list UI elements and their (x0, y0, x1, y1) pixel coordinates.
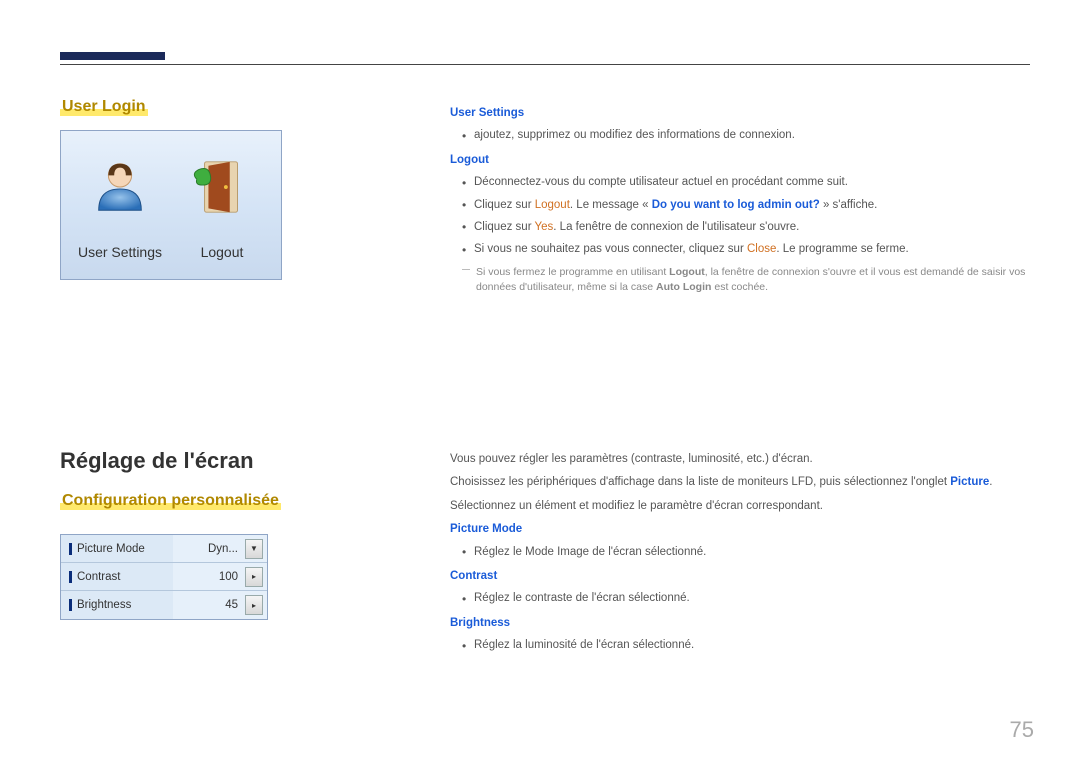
user-settings-head: User Settings (450, 104, 1030, 122)
arrow-right-icon[interactable]: ▸ (245, 595, 263, 615)
dropdown-icon[interactable]: ▼ (245, 539, 263, 559)
contrast-bullet: Réglez le contraste de l'écran sélection… (462, 589, 1030, 607)
user-settings-item[interactable]: User Settings (72, 156, 168, 260)
user-icon (89, 156, 151, 218)
yes-word: Yes (535, 221, 554, 233)
intro-1: Vous pouvez régler les paramètres (contr… (450, 450, 1030, 468)
logout-item[interactable]: Logout (174, 156, 270, 260)
picture-mode-head: Picture Mode (450, 520, 1030, 538)
heading-config-perso: Configuration personnalisée (60, 492, 281, 510)
header-accent-bar (60, 52, 165, 60)
contrast-head: Contrast (450, 567, 1030, 585)
brightness-bullet: Réglez la luminosité de l'écran sélectio… (462, 636, 1030, 654)
picture-tab-word: Picture (950, 476, 989, 488)
intro-2: Choisissez les périphériques d'affichage… (450, 473, 1030, 491)
config-panel: Picture Mode Dyn... ▼ Contrast 100 ▸ Bri… (60, 534, 268, 620)
label-picture-mode: Picture Mode (61, 535, 173, 562)
close-word: Close (747, 243, 776, 255)
row-picture-mode[interactable]: Picture Mode Dyn... ▼ (61, 535, 267, 563)
intro-3: Sélectionnez un élément et modifiez le p… (450, 497, 1030, 515)
logout-bullet-1: Déconnectez-vous du compte utilisateur a… (462, 173, 1030, 191)
pm-bullet: Réglez le Mode Image de l'écran sélectio… (462, 543, 1030, 561)
page-number: 75 (1010, 717, 1034, 743)
section-user-login: User Login User Settings (60, 98, 340, 280)
row-brightness[interactable]: Brightness 45 ▸ (61, 591, 267, 619)
door-icon (191, 156, 253, 218)
logout-note: Si vous fermez le programme en utilisant… (450, 265, 1030, 297)
brightness-head: Brightness (450, 614, 1030, 632)
user-login-description: User Settings ajoutez, supprimez ou modi… (450, 100, 1030, 296)
logout-bullet-2: Cliquez sur Logout. Le message « Do you … (462, 196, 1030, 214)
user-settings-label: User Settings (78, 244, 162, 260)
value-brightness: 45 ▸ (173, 591, 267, 619)
logout-bullet-4: Si vous ne souhaitez pas vous connecter,… (462, 240, 1030, 258)
row-contrast[interactable]: Contrast 100 ▸ (61, 563, 267, 591)
heading-reglage: Réglage de l'écran (60, 448, 360, 474)
heading-user-login: User Login (60, 98, 148, 116)
logout-word: Logout (535, 199, 570, 211)
user-login-panel: User Settings Logout (60, 130, 282, 280)
logout-message: Do you want to log admin out? (652, 199, 820, 211)
logout-bullet-3: Cliquez sur Yes. La fenêtre de connexion… (462, 218, 1030, 236)
screen-adjust-description: Vous pouvez régler les paramètres (contr… (450, 450, 1030, 661)
value-contrast: 100 ▸ (173, 563, 267, 590)
logout-label: Logout (201, 244, 244, 260)
user-settings-bullet: ajoutez, supprimez ou modifiez des infor… (462, 126, 1030, 144)
label-contrast: Contrast (61, 563, 173, 590)
logout-head: Logout (450, 151, 1030, 169)
arrow-right-icon[interactable]: ▸ (245, 567, 263, 587)
header-rule (60, 64, 1030, 65)
value-picture-mode: Dyn... ▼ (173, 535, 267, 562)
label-brightness: Brightness (61, 591, 173, 619)
section-screen-adjust: Réglage de l'écran Configuration personn… (60, 448, 360, 620)
